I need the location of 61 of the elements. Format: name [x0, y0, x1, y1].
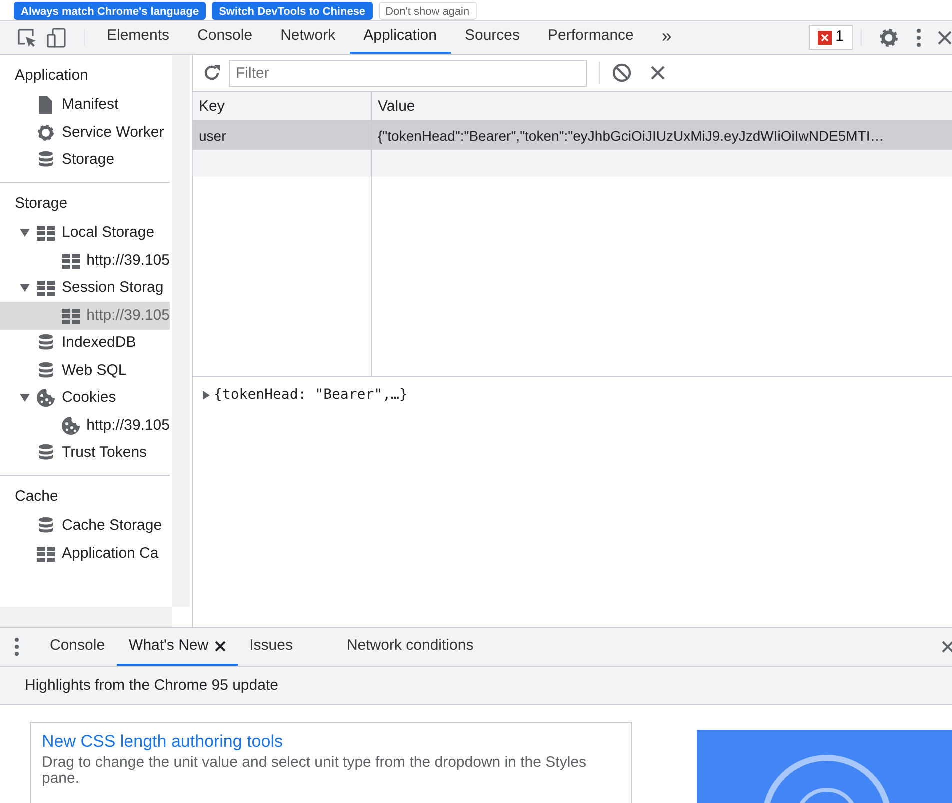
drawer-tab[interactable]: Console [38, 628, 118, 666]
table-icon [36, 223, 56, 244]
sidebar-item[interactable]: Application Ca [0, 540, 170, 568]
sidebar-item[interactable]: Service Worker [0, 119, 170, 146]
panel-tab[interactable]: Sources [450, 21, 534, 54]
banner-button[interactable]: Switch DevTools to Chinese [212, 2, 373, 20]
panel-tab[interactable]: Performance [534, 21, 648, 54]
value-preview[interactable]: {tokenHead: "Bearer",…} [214, 385, 408, 406]
delete-icon[interactable] [650, 65, 666, 81]
more-options-icon[interactable] [916, 28, 922, 48]
sidebar-item[interactable]: Web SQL [0, 357, 170, 384]
refresh-icon[interactable] [203, 64, 221, 82]
banner-button[interactable]: Always match Chrome's language [14, 2, 206, 20]
filter-field[interactable]: Filter [229, 60, 587, 86]
table-cell[interactable]: user [193, 121, 372, 150]
expand-arrow-icon[interactable] [203, 391, 210, 400]
sidebar-item[interactable]: Local Storage [0, 220, 170, 247]
sidebar-item[interactable]: Session Storag [0, 274, 170, 302]
cookie-icon [60, 416, 81, 436]
clear-all-icon[interactable] [612, 63, 632, 83]
table-icon [36, 278, 56, 298]
drawer-heading: Highlights from the Chrome 95 update [0, 667, 952, 705]
section-title: Cache [14, 487, 60, 507]
banner-button[interactable]: Don't show again [378, 2, 477, 20]
column-header[interactable]: Key [193, 92, 372, 121]
panel-tab[interactable]: Network [266, 21, 350, 54]
sidebar-item[interactable]: Cache Storage [0, 512, 170, 540]
sidebar-item[interactable]: Trust Tokens [0, 440, 170, 467]
drawer-tab[interactable]: Network conditions [334, 628, 486, 666]
column-header[interactable]: Value [372, 92, 952, 121]
scrollbar[interactable] [172, 55, 190, 607]
sidebar-item[interactable]: Manifest [0, 92, 170, 119]
settings-icon[interactable] [878, 26, 900, 48]
scrollbar[interactable] [0, 607, 172, 627]
panel-tab[interactable]: Application [350, 21, 451, 54]
error-count-button[interactable]: 1 [808, 25, 853, 50]
feature-link[interactable]: New CSS length authoring tools [42, 729, 620, 754]
panel-tab[interactable]: Console [184, 21, 267, 54]
close-icon[interactable] [214, 640, 226, 652]
expand-arrow-icon[interactable] [20, 284, 30, 292]
sidebar-item[interactable]: http://39.105 [0, 302, 170, 330]
gear-icon [36, 122, 56, 143]
feature-description: Drag to change the unit value and select unit type from the dropdown in the Styles pane. [42, 754, 588, 788]
expand-arrow-icon[interactable] [20, 394, 30, 402]
cookie-icon [36, 388, 56, 408]
error-icon [818, 30, 832, 44]
sidebar-item[interactable]: http://39.105 [0, 412, 170, 440]
sidebar-item[interactable]: Cookies [0, 384, 170, 412]
sidebar-item[interactable]: IndexedDB [0, 330, 170, 357]
sidebar-item[interactable]: http://39.105 [0, 247, 170, 274]
section-title: Storage [14, 194, 69, 214]
error-count: 1 [836, 27, 844, 48]
section-title: Application [14, 66, 90, 86]
expand-arrow-icon[interactable] [20, 229, 30, 238]
drawer-tab[interactable]: Issues [238, 628, 305, 666]
table-cell[interactable]: {"tokenHead":"Bearer","token":"eyJhbGciOiJIUzUxMiJ9.eyJzdWIiOiIwNDE5MTI… [372, 121, 952, 150]
more-tabs-button[interactable]: » [648, 21, 686, 54]
panel-tab[interactable]: Elements [93, 21, 184, 54]
inspect-icon[interactable] [16, 26, 38, 48]
sidebar-item[interactable]: Storage [0, 146, 170, 174]
device-icon[interactable] [46, 26, 68, 48]
